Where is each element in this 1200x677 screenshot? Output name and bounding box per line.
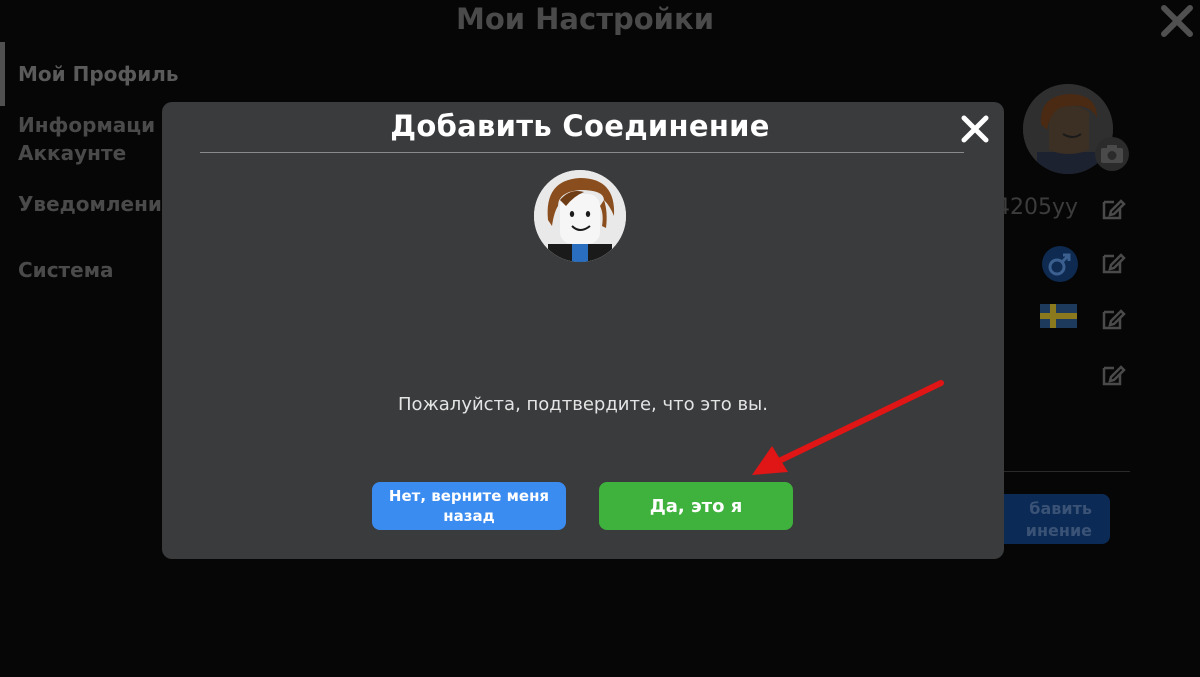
male-symbol-icon	[1042, 246, 1078, 282]
camera-icon[interactable]	[1094, 136, 1130, 172]
user-avatar	[534, 170, 626, 262]
edit-icon[interactable]	[1100, 362, 1126, 388]
edit-icon[interactable]	[1100, 196, 1126, 222]
close-icon[interactable]	[1158, 2, 1196, 40]
modal-title: Добавить Соединение	[390, 109, 770, 143]
edit-icon[interactable]	[1100, 250, 1126, 276]
sweden-flag-icon	[1040, 304, 1077, 328]
settings-title: Мои Настройки	[455, 2, 715, 36]
add-connection-label: бавить инение	[1025, 499, 1092, 540]
modal-divider	[200, 152, 964, 153]
confirmation-message: Пожалуйста, подтвердите, что это вы.	[398, 394, 768, 415]
edit-icon[interactable]	[1100, 306, 1126, 332]
sidebar-item-notifications[interactable]: Уведомлени	[18, 190, 162, 218]
page: Мои Настройки Мой Профиль Информаци Акка…	[0, 0, 1200, 677]
sidebar-item-system[interactable]: Система	[18, 256, 114, 284]
sidebar-item-account-info[interactable]: Информаци Аккаунте	[18, 111, 155, 167]
sidebar-active-indicator	[0, 42, 5, 106]
add-connection-modal: Добавить Соединение Пожалуйста, подтверд…	[162, 102, 1004, 559]
go-back-button[interactable]: Нет, верните меня назад	[372, 482, 566, 530]
add-connection-button[interactable]: бавить инение	[992, 494, 1110, 544]
confirm-button[interactable]: Да, это я	[599, 482, 793, 530]
close-icon[interactable]	[959, 113, 991, 145]
confirm-label: Да, это я	[649, 495, 743, 517]
username-text: 4205yy	[996, 195, 1079, 220]
sidebar-item-my-profile[interactable]: Мой Профиль	[18, 60, 179, 88]
avatar-image	[534, 170, 626, 262]
go-back-label: Нет, верните меня назад	[388, 487, 550, 525]
section-divider	[990, 471, 1130, 472]
